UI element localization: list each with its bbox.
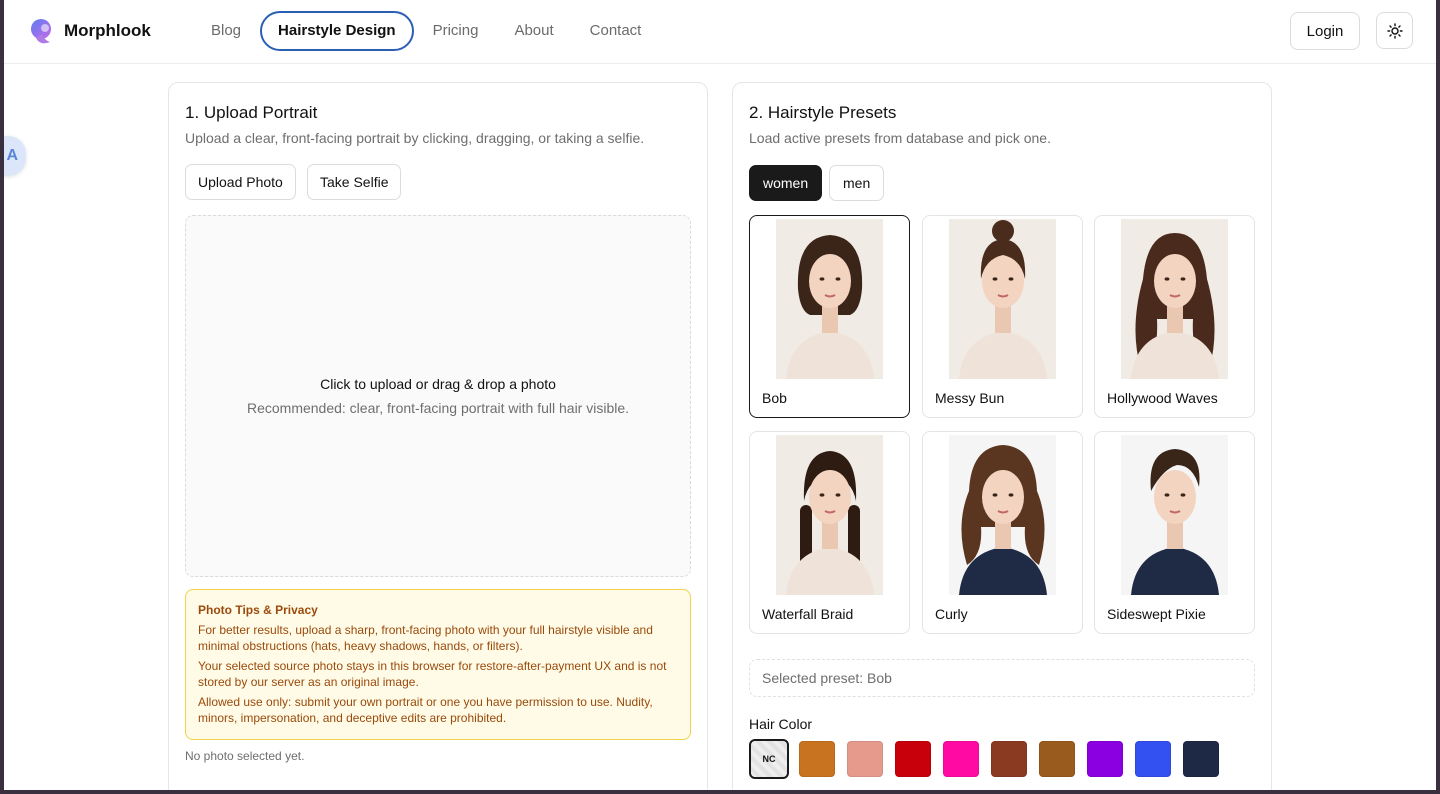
take-selfie-button[interactable]: Take Selfie — [307, 164, 402, 200]
hair-color-swatch[interactable] — [1135, 741, 1171, 777]
morphlook-logo-icon[interactable] — [28, 16, 56, 46]
upload-title: 1. Upload Portrait — [185, 103, 318, 122]
presets-subtitle: Load active presets from database and pi… — [749, 130, 1051, 146]
hair-color-swatch[interactable] — [943, 741, 979, 777]
hair-color-swatch[interactable] — [895, 741, 931, 777]
upload-portrait-card: 1. Upload Portrait Upload a clear, front… — [168, 82, 708, 790]
preset-card[interactable]: Messy Bun — [922, 215, 1083, 418]
top-header: Morphlook Blog Hairstyle Design Pricing … — [4, 0, 1436, 64]
hairstyle-presets-card: 2. Hairstyle Presets Load active presets… — [732, 82, 1272, 790]
tab-women[interactable]: women — [749, 165, 823, 201]
presets-title: 2. Hairstyle Presets — [749, 103, 897, 122]
dropzone-sub-text: Recommended: clear, front-facing portrai… — [246, 400, 630, 416]
preset-card[interactable]: Bob — [749, 215, 910, 418]
nav-pricing[interactable]: Pricing — [416, 11, 496, 51]
no-color-swatch[interactable]: NC — [749, 739, 789, 779]
login-button[interactable]: Login — [1290, 12, 1360, 50]
preset-photo — [949, 435, 1056, 595]
preset-label: Bob — [762, 390, 787, 406]
photo-status: No photo selected yet. — [185, 749, 305, 763]
brand-name[interactable]: Morphlook — [64, 21, 151, 41]
tip-text: Allowed use only: submit your own portra… — [198, 695, 653, 725]
tip-text: For better results, upload a sharp, fron… — [198, 623, 653, 653]
hair-color-swatches: NC — [749, 739, 1231, 779]
hair-color-swatch[interactable] — [991, 741, 1027, 777]
translate-fab-icon[interactable]: A — [4, 136, 26, 176]
preset-photo — [776, 435, 883, 595]
tab-men[interactable]: men — [829, 165, 885, 201]
nav-contact[interactable]: Contact — [573, 11, 659, 51]
preset-photo — [1121, 219, 1228, 379]
nav-hairstyle-design[interactable]: Hairstyle Design — [260, 11, 414, 51]
main-nav: Blog Hairstyle Design Pricing About Cont… — [194, 11, 660, 51]
tips-title: Photo Tips & Privacy — [198, 603, 318, 617]
hair-color-swatch[interactable] — [1183, 741, 1219, 777]
preset-photo — [949, 219, 1056, 379]
hair-color-label: Hair Color — [749, 716, 813, 732]
hair-color-swatch[interactable] — [1039, 741, 1075, 777]
dropzone-main-text: Click to upload or drag & drop a photo — [320, 376, 556, 392]
preset-card[interactable]: Sideswept Pixie — [1094, 431, 1255, 634]
app-window: Morphlook Blog Hairstyle Design Pricing … — [4, 0, 1436, 790]
nav-about[interactable]: About — [497, 11, 570, 51]
preset-card[interactable]: Hollywood Waves — [1094, 215, 1255, 418]
preset-label: Messy Bun — [935, 390, 1005, 406]
nav-blog[interactable]: Blog — [194, 11, 258, 51]
preset-card[interactable]: Waterfall Braid — [749, 431, 910, 634]
photo-dropzone[interactable]: Click to upload or drag & drop a photo R… — [185, 215, 691, 577]
preset-label: Waterfall Braid — [762, 606, 854, 622]
selected-preset-display: Selected preset: Bob — [749, 659, 1255, 697]
preset-photo — [776, 219, 883, 379]
theme-toggle-button[interactable] — [1376, 12, 1413, 49]
hair-color-swatch[interactable] — [847, 741, 883, 777]
upload-photo-button[interactable]: Upload Photo — [185, 164, 296, 200]
tip-text: Your selected source photo stays in this… — [198, 659, 667, 689]
hair-color-swatch[interactable] — [799, 741, 835, 777]
photo-tips-box: Photo Tips & Privacy For better results,… — [185, 589, 691, 740]
preset-label: Hollywood Waves — [1107, 390, 1218, 406]
preset-card[interactable]: Curly — [922, 431, 1083, 634]
sun-icon — [1386, 22, 1403, 39]
preset-label: Curly — [935, 606, 968, 622]
preset-photo — [1121, 435, 1228, 595]
hair-color-swatch[interactable] — [1087, 741, 1123, 777]
preset-label: Sideswept Pixie — [1107, 606, 1206, 622]
upload-subtitle: Upload a clear, front-facing portrait by… — [185, 130, 645, 146]
